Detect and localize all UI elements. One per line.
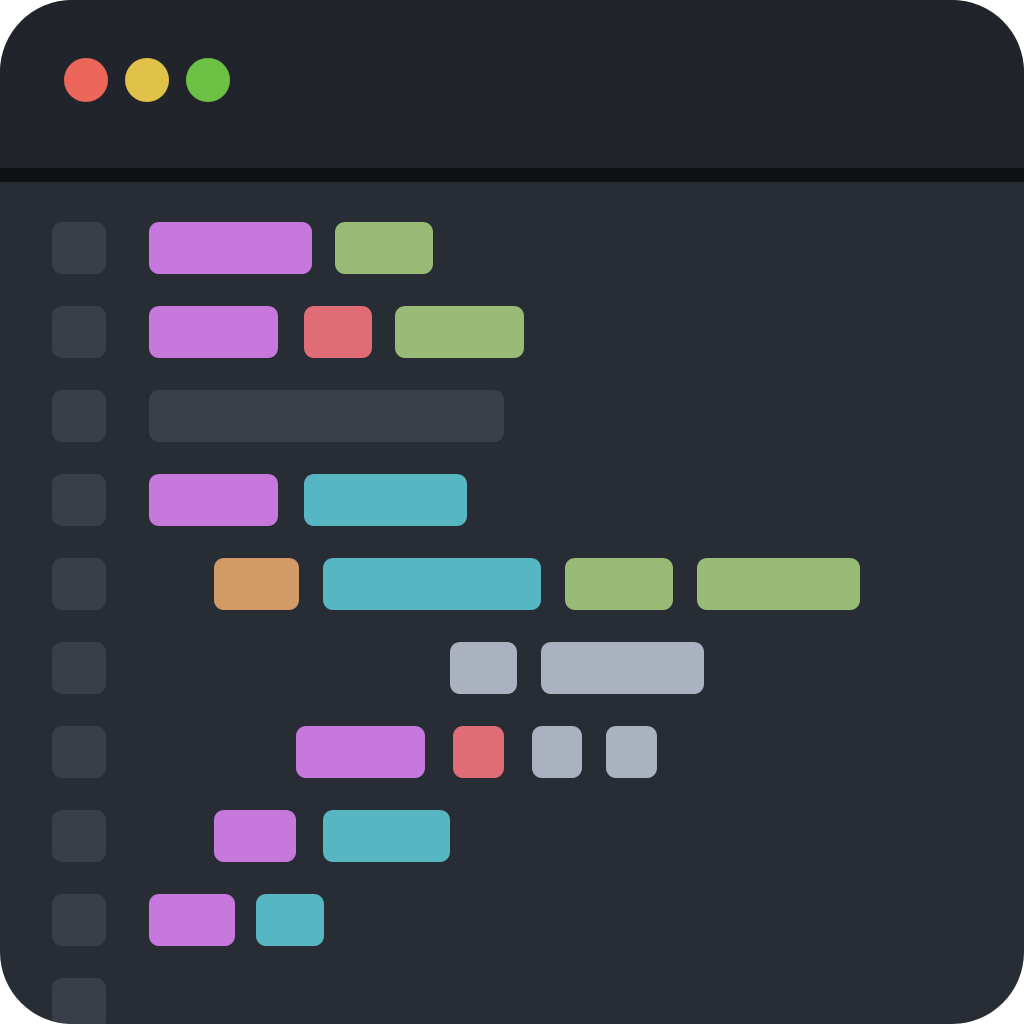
code-token-plain: [532, 726, 582, 778]
code-token-string: [565, 558, 673, 610]
title-bar: [0, 0, 1024, 168]
code-token-keyword: [296, 726, 425, 778]
code-token-keyword: [149, 222, 312, 274]
code-token-string: [395, 306, 524, 358]
code-token-keyword: [149, 894, 235, 946]
code-token-function: [323, 558, 541, 610]
code-token-function: [304, 474, 467, 526]
line-number-marker: [52, 558, 106, 610]
code-token-string: [697, 558, 860, 610]
code-editor-window: [0, 0, 1024, 1024]
line-number-marker: [52, 978, 106, 1024]
code-token-comment: [149, 390, 504, 442]
code-token-operator: [304, 306, 372, 358]
close-window-button[interactable]: [64, 58, 108, 102]
code-token-plain: [450, 642, 517, 694]
maximize-window-button[interactable]: [186, 58, 230, 102]
line-number-marker: [52, 726, 106, 778]
code-token-keyword: [214, 810, 296, 862]
line-number-marker: [52, 222, 106, 274]
title-bar-divider: [0, 168, 1024, 182]
code-token-plain: [606, 726, 657, 778]
line-number-marker: [52, 306, 106, 358]
code-area[interactable]: [0, 182, 1024, 1024]
line-number-marker: [52, 894, 106, 946]
code-token-operator: [453, 726, 504, 778]
code-token-number: [214, 558, 299, 610]
line-number-marker: [52, 642, 106, 694]
code-token-keyword: [149, 306, 278, 358]
code-token-string: [335, 222, 433, 274]
line-number-marker: [52, 810, 106, 862]
line-number-marker: [52, 390, 106, 442]
code-token-keyword: [149, 474, 278, 526]
code-token-function: [323, 810, 450, 862]
line-number-marker: [52, 474, 106, 526]
code-token-function: [256, 894, 324, 946]
minimize-window-button[interactable]: [125, 58, 169, 102]
code-token-plain: [541, 642, 704, 694]
